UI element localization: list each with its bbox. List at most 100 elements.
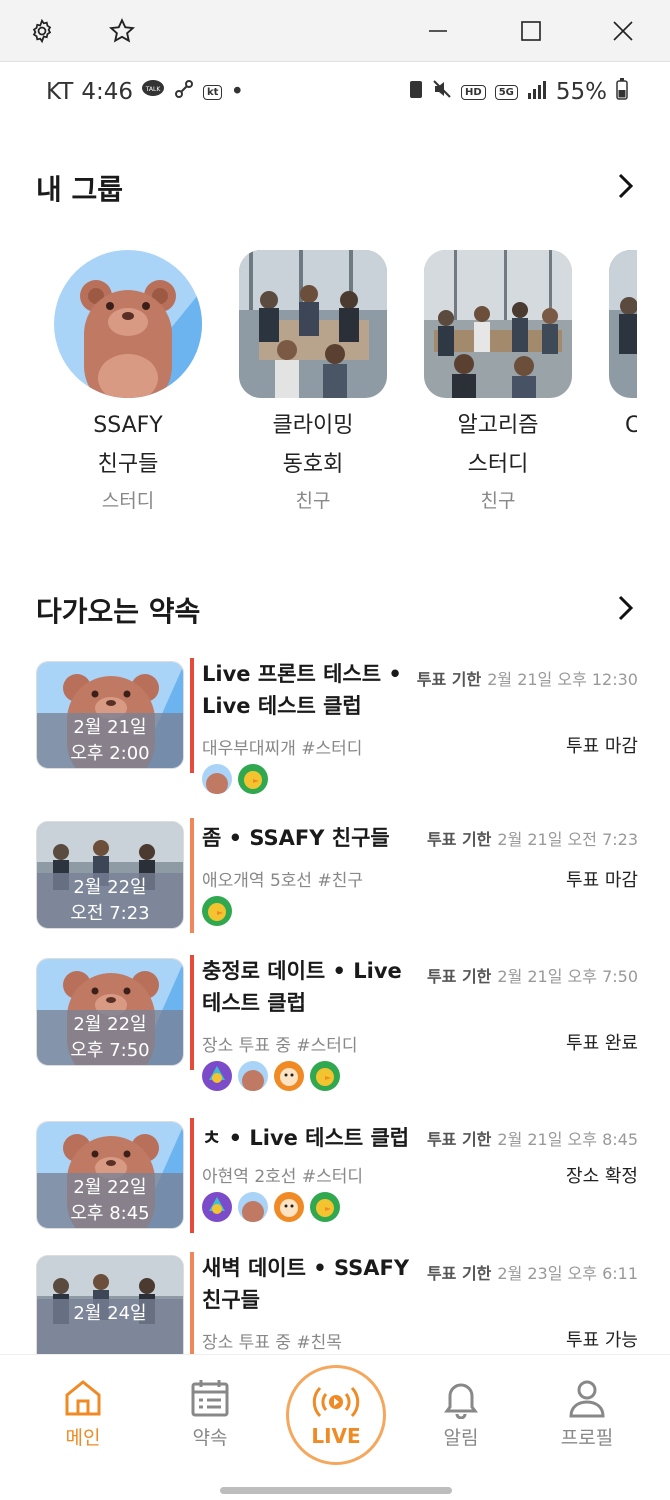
appointment-thumbnail: 2월 22일 오후 8:45 (36, 1121, 184, 1229)
maximize-button[interactable] (511, 12, 551, 50)
appointment-title: ㅊ • Live 테스트 클럽 (202, 1126, 410, 1150)
nav-label: 알림 (443, 1427, 479, 1449)
vote-deadline: 투표 기한 2월 21일 오전 7:23 (426, 830, 638, 849)
group-card[interactable]: C (603, 250, 637, 447)
signal-icon (527, 79, 547, 105)
appointment-status: 장소 확정 (566, 1166, 638, 1187)
status-bar: KT 4:46 TALK kt • HD 5G 55% (0, 62, 670, 122)
groups-header: 내 그룹 (36, 168, 636, 208)
group-card[interactable]: SSAFY 친구들 스터디 (48, 250, 208, 513)
nav-appointments[interactable]: 약속 (165, 1377, 255, 1450)
talk-icon: TALK (141, 79, 165, 105)
group-name: 클라이밍 동호회 (272, 413, 354, 477)
kt-icon: kt (203, 84, 223, 100)
appointment-status: 투표 마감 (566, 736, 638, 757)
avatar (202, 896, 232, 926)
bottom-navigation: 메인 약속 LIVE 알림 프로필 (0, 1354, 670, 1500)
vote-deadline: 투표 기한 2월 21일 오후 8:45 (426, 1130, 638, 1149)
avatar (238, 1061, 268, 1091)
appointment-item[interactable]: 2월 22일 오후 7:50 충정로 데이트 • Live 테스트 클럽 장소 투… (36, 955, 638, 1091)
avatar (310, 1061, 340, 1091)
avatar (202, 1192, 232, 1222)
home-indicator[interactable] (220, 1487, 452, 1494)
close-button[interactable] (603, 12, 643, 50)
battery-icon (616, 78, 628, 106)
appointment-location: 대우부대찌개 #스터디 (202, 739, 363, 759)
clock: 4:46 (81, 79, 134, 105)
nav-label: 프로필 (560, 1427, 614, 1449)
vote-deadline: 투표 기한 2월 21일 오후 7:50 (426, 967, 638, 986)
appointment-location: 장소 투표 중 #친목 (202, 1333, 342, 1353)
avatar (238, 764, 268, 794)
group-avatar (54, 250, 202, 398)
appointment-status: 투표 가능 (566, 1330, 638, 1351)
group-name: 알고리즘 스터디 (457, 413, 539, 477)
appointment-thumbnail: 2월 22일 오후 7:50 (36, 958, 184, 1066)
live-broadcast-icon (312, 1386, 360, 1418)
status-bar-indicator (190, 1118, 194, 1233)
star-icon[interactable] (102, 12, 142, 50)
appointment-title: Live 프론트 테스트 • Live 테스트 클럽 (202, 662, 402, 718)
section-title: 내 그룹 (36, 173, 124, 206)
vote-deadline: 투표 기한 2월 21일 오후 12:30 (416, 670, 638, 689)
chevron-right-icon[interactable] (614, 172, 636, 204)
status-bar-indicator (190, 658, 194, 773)
calendar-list-icon (191, 1380, 229, 1417)
group-photo (424, 250, 572, 398)
appointment-item[interactable]: 2월 24일 새벽 데이트 • SSAFY 친구들 장소 투표 중 #친목 투표… (36, 1252, 638, 1354)
status-bar-indicator (190, 955, 194, 1070)
section-title: 다가오는 약속 (36, 595, 201, 628)
group-type: 친구 (295, 490, 331, 512)
avatar (202, 1061, 232, 1091)
live-label: LIVE (311, 1424, 361, 1448)
5g-icon: 5G (494, 84, 518, 100)
app-window: KT 4:46 TALK kt • HD 5G 55% 내 그룹 SSAFY 친… (0, 0, 670, 1500)
appointment-datetime: 2월 21일 오후 2:00 (37, 713, 183, 768)
nav-home[interactable]: 메인 (38, 1377, 128, 1450)
group-name: C (625, 413, 637, 438)
avatar (202, 764, 232, 794)
appointments-header: 다가오는 약속 (36, 590, 636, 630)
group-card[interactable]: 클라이밍 동호회 친구 (233, 250, 393, 513)
nav-profile[interactable]: 프로필 (542, 1377, 632, 1450)
appointment-item[interactable]: 2월 22일 오후 8:45 ㅊ • Live 테스트 클럽 아현역 2호선 #스… (36, 1118, 638, 1233)
appointment-item[interactable]: 2월 21일 오후 2:00 Live 프론트 테스트 • Live 테스트 클럽… (36, 658, 638, 794)
notification-dot-icon: • (230, 79, 245, 105)
status-bar-indicator (190, 1252, 194, 1354)
appointment-datetime: 2월 22일 오후 7:50 (37, 1010, 183, 1065)
participant-avatars (202, 1061, 340, 1091)
chevron-right-icon[interactable] (614, 594, 636, 626)
appointment-thumbnail: 2월 22일 오전 7:23 (36, 821, 184, 929)
vote-deadline: 투표 기한 2월 23일 오후 6:11 (426, 1264, 638, 1283)
groups-carousel[interactable]: SSAFY 친구들 스터디 클라이밍 동호회 친구 알고리즘 스터디 친구 C (0, 250, 637, 520)
link-icon (173, 78, 195, 106)
appointment-location: 애오개역 5호선 #친구 (202, 871, 363, 891)
hd-icon: HD (461, 84, 486, 100)
group-type: 친구 (480, 490, 516, 512)
group-name: SSAFY 친구들 (93, 413, 163, 477)
appointment-location: 장소 투표 중 #스터디 (202, 1036, 358, 1056)
appointment-title: 좀 • SSAFY 친구들 (202, 826, 390, 850)
appointment-title: 새벽 데이트 • SSAFY 친구들 (202, 1256, 410, 1312)
minimize-button[interactable] (418, 12, 458, 50)
nav-label: 메인 (65, 1427, 101, 1449)
appointment-title: 충정로 데이트 • Live 테스트 클럽 (202, 959, 402, 1015)
home-icon (65, 1380, 101, 1416)
participant-avatars (202, 1192, 340, 1222)
status-bar-indicator (190, 818, 194, 933)
nav-alerts[interactable]: 알림 (416, 1377, 506, 1450)
settings-icon[interactable] (22, 12, 62, 50)
svg-text:TALK: TALK (145, 86, 162, 93)
participant-avatars (202, 764, 268, 794)
participant-avatars (202, 896, 232, 926)
live-button[interactable]: LIVE (286, 1365, 386, 1465)
group-photo (609, 250, 637, 398)
appointment-datetime: 2월 24일 (37, 1299, 183, 1354)
window-title-bar (0, 0, 670, 62)
appointment-item[interactable]: 2월 22일 오전 7:23 좀 • SSAFY 친구들 애오개역 5호선 #친구… (36, 818, 638, 933)
group-type: 스터디 (101, 490, 155, 512)
avatar (238, 1192, 268, 1222)
appointment-location: 아현역 2호선 #스터디 (202, 1167, 363, 1187)
group-card[interactable]: 알고리즘 스터디 친구 (418, 250, 578, 513)
carrier-label: KT (46, 79, 74, 105)
